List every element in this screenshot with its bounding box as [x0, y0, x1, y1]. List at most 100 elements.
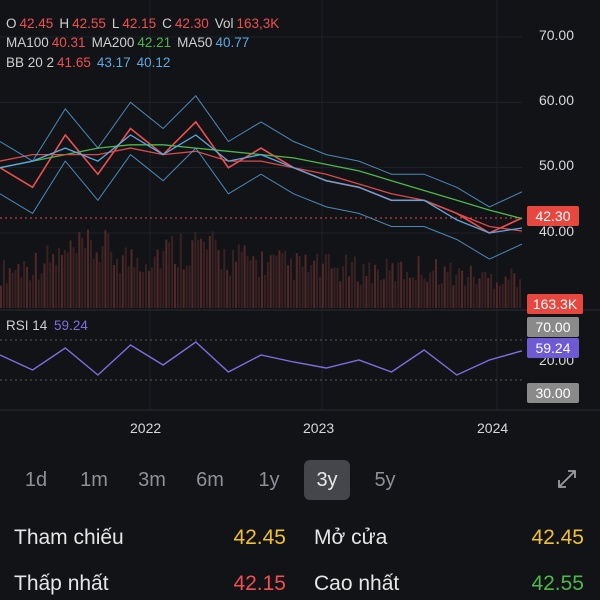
volume-bar: [429, 272, 432, 308]
volume-bar: [124, 247, 127, 308]
volume-bar: [188, 265, 191, 308]
bb-value-2: 40.12: [136, 55, 171, 70]
volume-bar: [145, 264, 147, 308]
volume-bar: [356, 281, 359, 308]
volume-bar: [350, 262, 353, 308]
ohlc-value-h: 42.55: [72, 16, 106, 31]
volume-bar: [153, 256, 156, 308]
volume-bar: [223, 248, 226, 308]
high-value: 42.55: [531, 572, 584, 595]
expand-icon[interactable]: [556, 468, 578, 490]
low-label: Thấp nhất: [14, 572, 109, 595]
price-chart[interactable]: O 42.45 H 42.55 L 42.15 C 42.30 Vol 163,3K MA100 4…: [0, 0, 600, 445]
ohlc-key-o: O: [6, 16, 17, 31]
volume-bar: [40, 273, 43, 308]
open-value: 42.45: [531, 526, 584, 549]
volume-bar: [365, 276, 368, 308]
volume-bar: [353, 256, 356, 308]
volume-bar: [26, 266, 29, 308]
volume-bar: [437, 284, 440, 308]
volume-bar: [127, 266, 130, 308]
volume-bar: [278, 250, 281, 308]
volume-bar: [37, 279, 40, 308]
time-tick-2024: 2024: [477, 420, 509, 436]
range-3m-button[interactable]: 3m: [128, 460, 176, 500]
current-price-badge: 42.30: [527, 206, 579, 226]
volume-bar: [382, 279, 385, 308]
volume-bar: [374, 264, 377, 308]
volume-bar: [472, 276, 475, 308]
volume-bar: [179, 233, 182, 308]
rsi-upper-badge: 70.00: [527, 317, 579, 337]
volume-bar: [281, 253, 284, 308]
volume-bar: [272, 254, 275, 308]
volume-bar: [348, 276, 350, 308]
ma200-value: 42.21: [137, 35, 172, 50]
volume-bar: [197, 239, 200, 308]
volume-bar: [101, 246, 104, 308]
volume-bar: [336, 267, 339, 308]
volume-bar: [208, 235, 211, 308]
range-1m-button[interactable]: 1m: [70, 460, 118, 500]
volume-bar: [116, 258, 118, 308]
volume-bar: [458, 268, 461, 308]
volume-bar: [310, 265, 313, 308]
volume-bar: [504, 276, 507, 308]
volume-bar: [104, 229, 107, 308]
volume-bar: [275, 255, 278, 308]
volume-bar: [498, 285, 501, 308]
volume-bar: [414, 279, 417, 308]
volume-bar: [487, 277, 490, 308]
volume-bar: [72, 247, 75, 308]
range-1y-button[interactable]: 1y: [246, 460, 292, 500]
volume-bar: [95, 252, 98, 308]
price-tick-60: 60.00: [538, 92, 574, 108]
volume-bar: [469, 265, 472, 308]
range-3y-button[interactable]: 3y: [304, 460, 350, 500]
volume-bar: [304, 254, 307, 308]
volume-bar: [176, 267, 179, 308]
volume-bar: [368, 262, 371, 308]
ma50-value: 40.77: [215, 35, 250, 50]
volume-bar: [17, 263, 20, 308]
volume-bar: [162, 251, 165, 308]
volume-bar: [490, 273, 493, 308]
volume-bar: [394, 281, 397, 308]
volume-bar: [423, 278, 426, 308]
ohlc-value-o: 42.45: [19, 16, 54, 31]
volume-bar: [63, 250, 66, 308]
range-1d-button[interactable]: 1d: [14, 460, 58, 500]
volume-bar: [397, 262, 400, 308]
volume-bar: [388, 270, 391, 308]
volume-bar: [377, 269, 379, 308]
volume-bar: [255, 259, 258, 308]
volume-bar: [519, 279, 522, 308]
volume-bar: [81, 237, 84, 308]
volume-bar: [446, 272, 449, 308]
volume-bar: [371, 283, 374, 308]
ma-legend: MA100 40.31 MA200 42.21 MA50 40.77: [6, 35, 255, 50]
volume-bar: [66, 252, 69, 308]
volume-bar: [43, 263, 46, 308]
range-6m-button[interactable]: 6m: [186, 460, 234, 500]
series-line-ma100: [0, 147, 523, 232]
open-label: Mở cửa: [314, 526, 388, 549]
volume-bar: [426, 281, 429, 308]
volume-bar: [330, 268, 333, 308]
volume-bar: [461, 270, 464, 308]
volume-bar: [110, 251, 113, 308]
volume-bar: [342, 266, 345, 308]
ma50-key: MA50: [177, 35, 213, 50]
volume-bar: [60, 254, 63, 308]
volume-bar: [507, 279, 510, 308]
range-5y-button[interactable]: 5y: [362, 460, 408, 500]
volume-bar: [391, 263, 394, 308]
volume-bar: [14, 269, 17, 308]
volume-bar: [150, 267, 153, 308]
volume-bar: [269, 255, 272, 308]
high-label: Cao nhất: [314, 572, 400, 595]
volume-bar: [321, 263, 324, 308]
ohlc-key-h: H: [59, 16, 70, 31]
ohlc-value-l: 42.15: [122, 16, 157, 31]
volume-bar: [411, 277, 414, 308]
